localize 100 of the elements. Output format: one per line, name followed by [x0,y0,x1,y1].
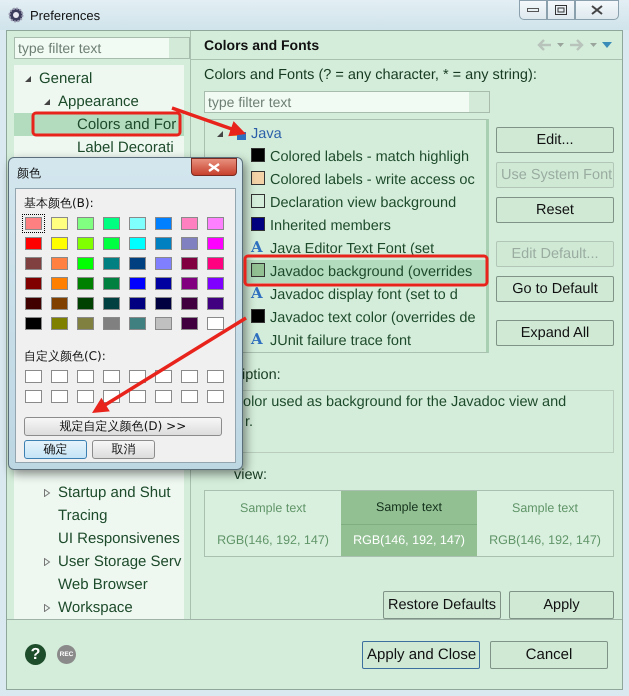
color-swatch[interactable] [126,294,149,313]
color-swatch[interactable] [204,234,227,253]
color-swatch[interactable] [178,274,201,293]
color-swatch[interactable] [74,387,97,406]
color-swatch[interactable] [74,234,97,253]
tree-item[interactable]: Javadoc text color (overrides de [205,306,486,329]
tree-item[interactable]: Declaration view background [205,191,486,214]
filter-field[interactable]: type filter text [14,37,190,59]
tree-item[interactable]: General [14,67,184,90]
color-swatch[interactable] [178,234,201,253]
color-swatch[interactable] [74,294,97,313]
color-swatch[interactable] [126,274,149,293]
color-swatch[interactable] [22,234,45,253]
color-swatch[interactable] [22,274,45,293]
tree-item[interactable]: Colored labels - write access oc [205,168,486,191]
dropdown-icon[interactable] [590,43,597,47]
view-menu-icon[interactable] [602,42,612,48]
collapsed-arrow-icon[interactable] [43,604,51,612]
color-swatch[interactable] [48,387,71,406]
tree-item[interactable]: Appearance [14,90,184,113]
maximize-button[interactable] [547,0,575,20]
color-swatch[interactable] [152,314,175,333]
color-swatch[interactable] [48,254,71,273]
color-swatch[interactable] [100,294,123,313]
color-swatch[interactable] [74,214,97,233]
expanded-arrow-icon[interactable] [24,74,32,82]
color-swatch[interactable] [100,367,123,386]
color-swatch[interactable] [178,314,201,333]
collapsed-arrow-icon[interactable] [43,558,51,566]
tree-item[interactable]: Tracing [14,504,184,527]
color-swatch[interactable] [126,234,149,253]
color-swatch[interactable] [48,294,71,313]
dialog-button[interactable]: Apply and Close [362,640,480,668]
color-swatch[interactable] [22,367,45,386]
color-swatch[interactable] [204,367,227,386]
expanded-arrow-icon[interactable] [216,130,224,138]
color-swatch[interactable] [22,294,45,313]
tree-item[interactable]: Workspace [14,596,184,619]
collapsed-arrow-icon[interactable] [43,488,51,496]
color-swatch[interactable] [48,367,71,386]
tree-item[interactable]: UI Responsivenes [14,527,184,550]
color-swatch[interactable] [48,234,71,253]
color-swatch[interactable] [178,387,201,406]
color-swatch[interactable] [100,314,123,333]
color-swatch[interactable] [74,314,97,333]
filter-field[interactable]: type filter text [204,91,490,113]
dropdown-icon[interactable] [557,43,564,47]
color-swatch[interactable] [152,274,175,293]
tree-item[interactable]: Web Browser [14,573,184,596]
color-swatch[interactable] [204,214,227,233]
color-swatch[interactable] [22,254,45,273]
color-swatch[interactable] [152,387,175,406]
define-custom-colors-button[interactable]: 规定自定义颜色(D) >> [24,417,222,436]
color-swatch[interactable] [152,294,175,313]
close-button[interactable] [575,0,619,20]
color-swatch[interactable] [100,214,123,233]
color-swatch[interactable] [178,214,201,233]
color-swatch[interactable] [204,294,227,313]
color-swatch[interactable] [126,387,149,406]
color-swatch[interactable] [126,254,149,273]
ok-button[interactable]: 确定 [24,440,87,459]
expanded-arrow-icon[interactable] [43,98,51,106]
action-button[interactable]: Go to Default [496,276,614,302]
color-swatch[interactable] [204,274,227,293]
color-swatch[interactable] [152,214,175,233]
color-swatch[interactable] [48,274,71,293]
close-button[interactable] [191,158,237,176]
color-swatch[interactable] [204,387,227,406]
color-swatch[interactable] [126,314,149,333]
color-swatch[interactable] [74,274,97,293]
color-swatch[interactable] [204,314,227,333]
color-swatch[interactable] [22,314,45,333]
color-swatch[interactable] [74,254,97,273]
color-swatch[interactable] [100,254,123,273]
color-swatch[interactable] [48,214,71,233]
color-swatch[interactable] [152,234,175,253]
color-swatch[interactable] [100,274,123,293]
color-swatch[interactable] [178,254,201,273]
dialog-button[interactable]: Cancel [490,640,608,668]
help-icon[interactable]: ? [25,644,46,665]
color-swatch[interactable] [48,314,71,333]
color-swatch[interactable] [22,214,45,233]
tree-item[interactable]: Colored labels - match highligh [205,145,486,168]
color-swatch[interactable] [100,234,123,253]
tree-item[interactable]: User Storage Serv [14,550,184,573]
cancel-button[interactable]: 取消 [92,440,155,459]
tree-item[interactable]: Inherited members [205,214,486,237]
color-swatch[interactable] [74,367,97,386]
color-swatch[interactable] [178,294,201,313]
color-swatch[interactable] [126,214,149,233]
minimize-button[interactable] [519,0,547,20]
action-button[interactable]: Edit... [496,127,614,153]
tree-item[interactable]: Label Decorati [14,136,184,159]
action-button[interactable]: Apply [509,591,614,619]
action-button[interactable]: Expand All [496,320,614,346]
color-swatch[interactable] [22,387,45,406]
tree-item[interactable]: Startup and Shut [14,481,184,504]
color-swatch[interactable] [178,367,201,386]
color-swatch[interactable] [152,254,175,273]
action-button[interactable]: Reset [496,197,614,223]
